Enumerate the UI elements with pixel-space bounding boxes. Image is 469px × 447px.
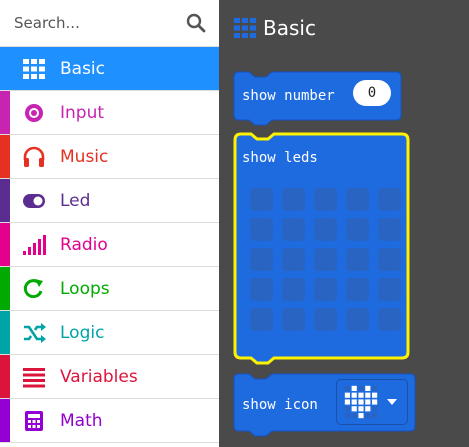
category-label: Variables [60,367,138,387]
category-radio[interactable]: Radio [0,223,219,267]
category-music[interactable]: Music [0,135,219,179]
category-label: Logic [60,323,105,343]
led-cell[interactable] [346,218,369,241]
led-cell[interactable] [378,308,401,331]
heart-icon [344,385,378,419]
grid-icon [23,59,45,79]
show-number-label: show number [242,88,335,104]
category-color-stripe [0,223,10,266]
search-bar [0,0,219,47]
search-input[interactable] [14,10,179,36]
led-cell[interactable] [250,218,273,241]
category-color-stripe [0,179,10,222]
led-cell[interactable] [282,218,305,241]
category-label: Music [60,147,109,167]
category-label: Loops [60,279,110,299]
led-cell[interactable] [314,248,337,271]
list-icon [23,368,45,388]
category-label: Math [60,411,103,431]
number-input[interactable]: 0 [353,80,391,106]
led-cell[interactable] [378,278,401,301]
signal-bars-icon [23,235,46,255]
number-value: 0 [367,85,377,101]
led-cell[interactable] [314,278,337,301]
category-color-stripe [0,267,10,310]
category-led[interactable]: Led [0,179,219,223]
show-icon-label: show icon [242,397,318,413]
target-icon [25,104,43,122]
led-cell[interactable] [314,188,337,211]
loop-arrow-icon [23,279,43,299]
category-color-stripe [0,355,10,398]
category-color-stripe [0,135,10,178]
led-cell[interactable] [378,218,401,241]
category-label: Led [60,191,91,211]
led-cell[interactable] [250,188,273,211]
led-cell[interactable] [282,188,305,211]
category-math[interactable]: Math [0,399,219,443]
led-cell[interactable] [282,278,305,301]
led-cell[interactable] [250,278,273,301]
led-cell[interactable] [378,248,401,271]
led-cell[interactable] [346,248,369,271]
category-color-stripe [0,399,10,442]
category-input[interactable]: Input [0,91,219,135]
category-loops[interactable]: Loops [0,267,219,311]
chevron-down-icon [387,399,397,405]
category-label: Radio [60,235,108,255]
category-label: Basic [60,59,106,79]
block-flyout: Basic show number 0 show leds show icon [219,0,469,447]
category-logic[interactable]: Logic [0,311,219,355]
shuffle-icon [24,323,46,343]
toolbox-sidebar: Basic Input Music Led Radio [0,0,219,447]
led-cell[interactable] [314,308,337,331]
led-cell[interactable] [250,248,273,271]
led-cell[interactable] [346,188,369,211]
show-leds-label: show leds [242,150,318,166]
calculator-icon [25,411,43,431]
category-label: Input [60,103,105,123]
led-cell[interactable] [346,308,369,331]
search-icon[interactable] [185,12,207,34]
led-cell[interactable] [282,248,305,271]
led-cell[interactable] [346,278,369,301]
category-basic[interactable]: Basic [0,47,219,91]
headphones-icon [23,146,45,167]
led-cell[interactable] [250,308,273,331]
led-cell[interactable] [282,308,305,331]
category-color-stripe [0,91,10,134]
led-cell[interactable] [314,218,337,241]
led-cell[interactable] [378,188,401,211]
icon-dropdown[interactable] [336,379,408,425]
toggle-icon [23,194,45,208]
category-color-stripe [0,311,10,354]
category-variables[interactable]: Variables [0,355,219,399]
